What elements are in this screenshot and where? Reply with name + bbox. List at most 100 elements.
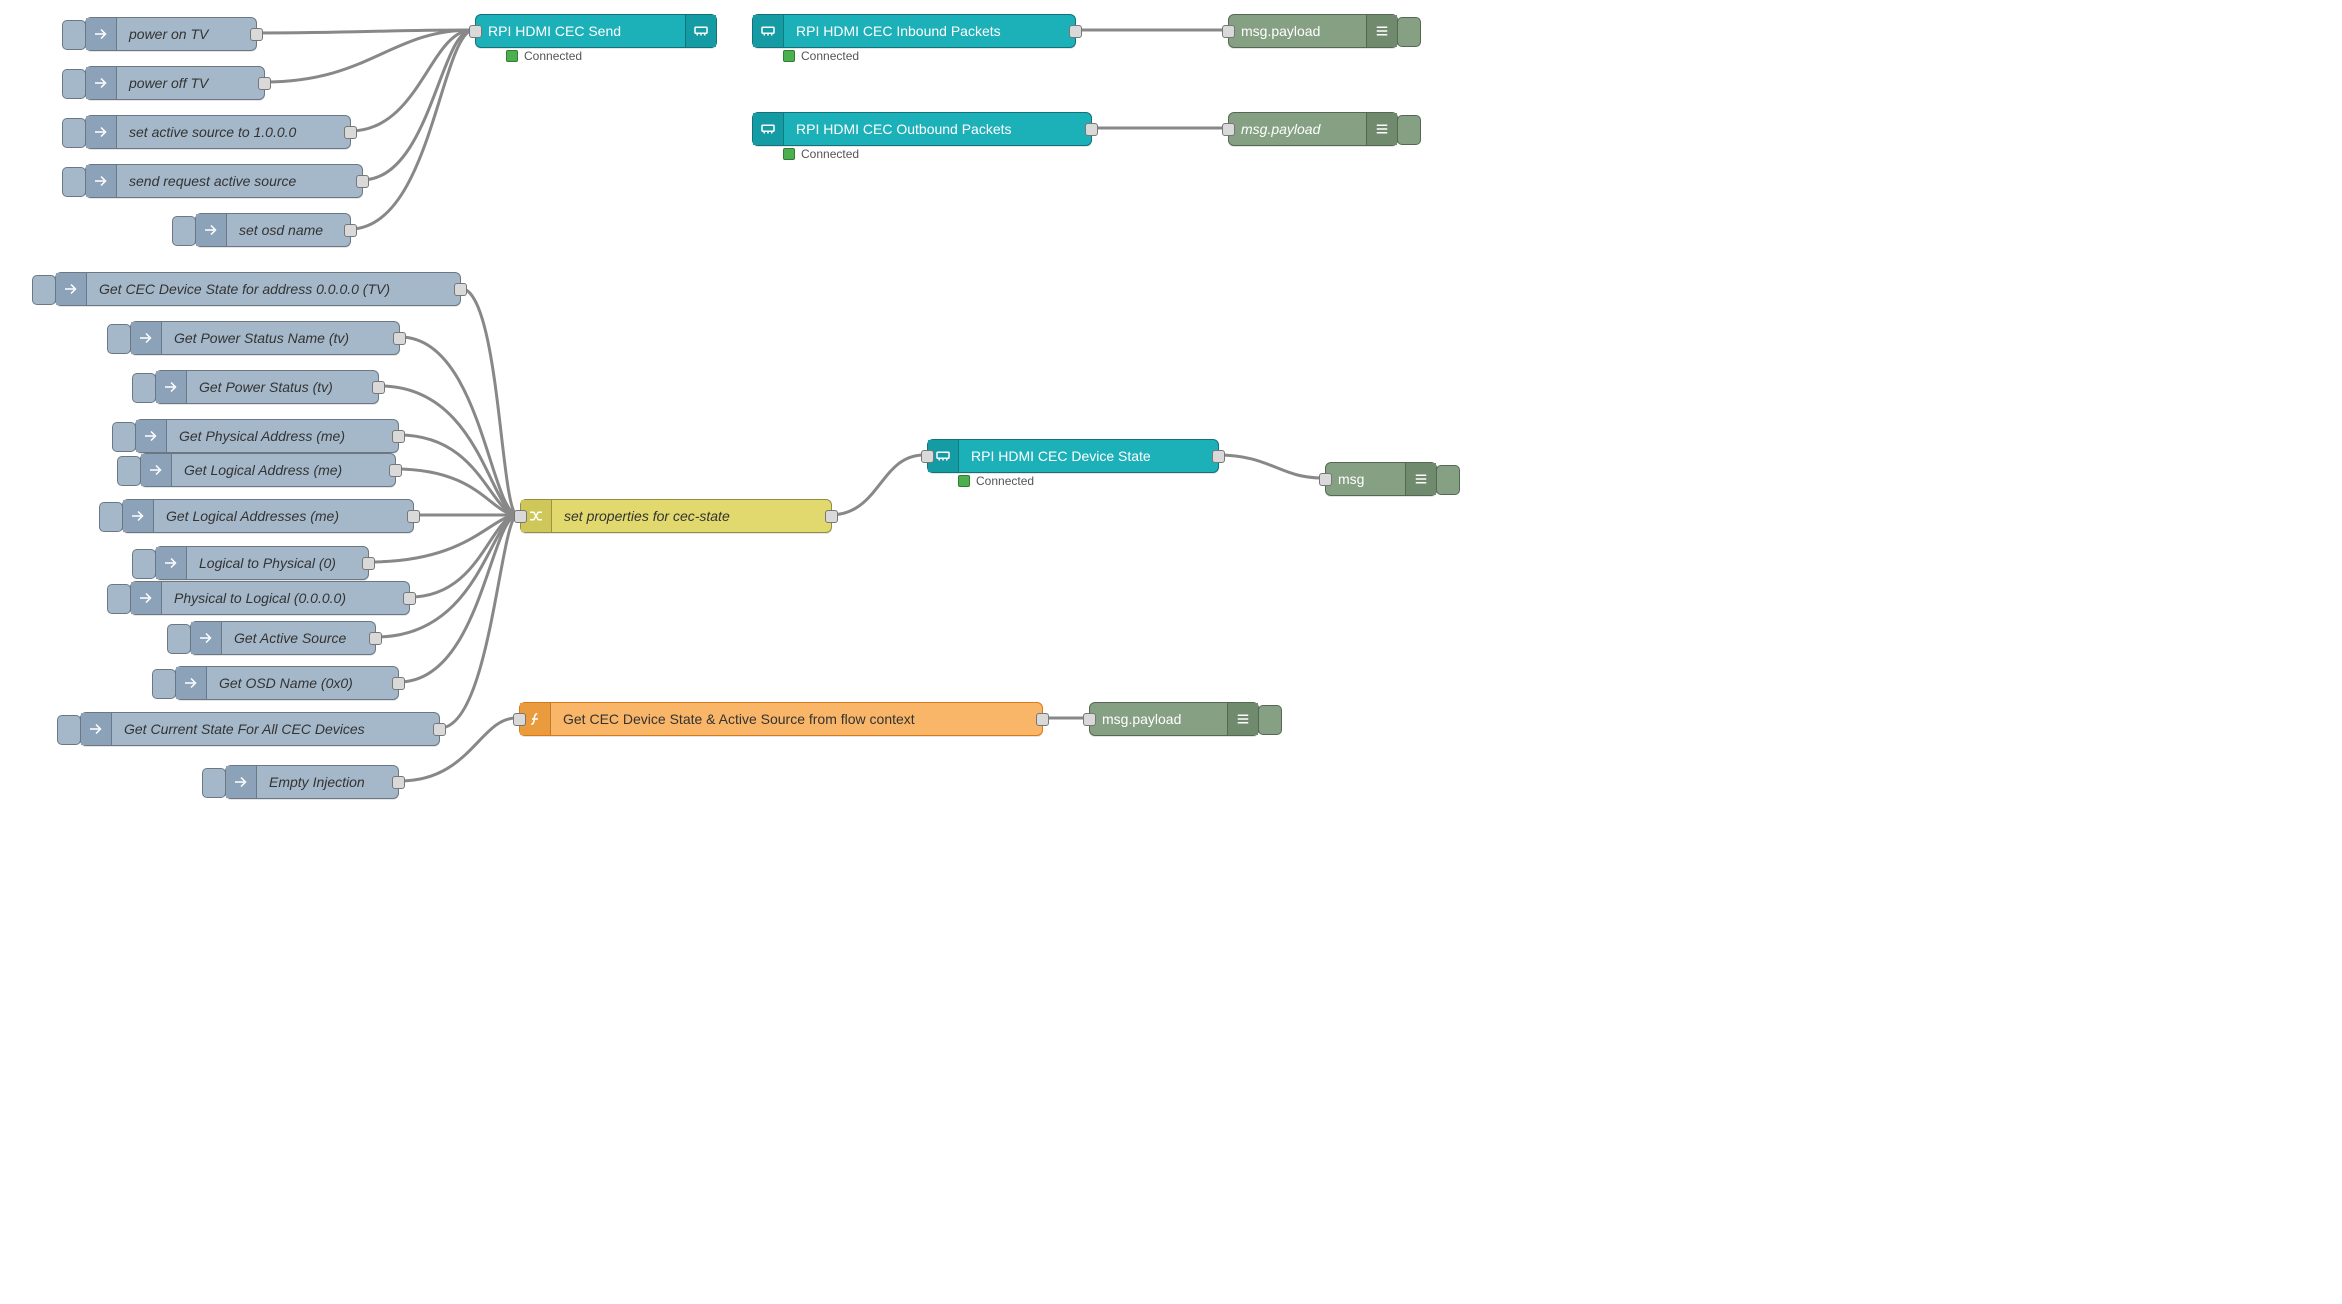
output-port[interactable] bbox=[372, 381, 385, 394]
inject-button[interactable] bbox=[167, 624, 191, 654]
output-port[interactable] bbox=[454, 283, 467, 296]
cec-outbound-node[interactable]: RPI HDMI CEC Outbound Packets Connected bbox=[752, 112, 1092, 146]
cec-device-state-node[interactable]: RPI HDMI CEC Device State Connected bbox=[927, 439, 1219, 473]
debug-context[interactable]: msg.payload bbox=[1089, 702, 1259, 736]
node-label: Get Active Source bbox=[222, 622, 375, 654]
output-port[interactable] bbox=[403, 592, 416, 605]
input-port[interactable] bbox=[1083, 713, 1096, 726]
output-port[interactable] bbox=[392, 677, 405, 690]
output-port[interactable] bbox=[389, 464, 402, 477]
input-port[interactable] bbox=[1222, 123, 1235, 136]
input-port[interactable] bbox=[469, 25, 482, 38]
inject-l2p[interactable]: Logical to Physical (0) bbox=[155, 546, 369, 580]
cec-send-node[interactable]: RPI HDMI CEC Send Connected bbox=[475, 14, 717, 48]
output-port[interactable] bbox=[369, 632, 382, 645]
output-port[interactable] bbox=[392, 430, 405, 443]
flow-canvas[interactable]: power on TV power off TV set active sour… bbox=[0, 0, 1478, 810]
inject-active-source[interactable]: Get Active Source bbox=[190, 621, 376, 655]
output-port[interactable] bbox=[356, 175, 369, 188]
output-port[interactable] bbox=[393, 332, 406, 345]
arrow-right-icon bbox=[176, 667, 207, 699]
debug-toggle-button[interactable] bbox=[1258, 705, 1282, 735]
output-port[interactable] bbox=[258, 77, 271, 90]
inject-empty[interactable]: Empty Injection bbox=[225, 765, 399, 799]
inject-button[interactable] bbox=[107, 584, 131, 614]
inject-button[interactable] bbox=[117, 456, 141, 486]
input-port[interactable] bbox=[921, 450, 934, 463]
debug-device-state[interactable]: msg bbox=[1325, 462, 1437, 496]
inject-p2l[interactable]: Physical to Logical (0.0.0.0) bbox=[130, 581, 410, 615]
input-port[interactable] bbox=[1319, 473, 1332, 486]
output-port[interactable] bbox=[1036, 713, 1049, 726]
inject-get-dev-state[interactable]: Get CEC Device State for address 0.0.0.0… bbox=[55, 272, 461, 306]
arrow-right-icon bbox=[56, 273, 87, 305]
node-status: Connected bbox=[506, 49, 582, 63]
inject-button[interactable] bbox=[107, 324, 131, 354]
inject-logical-address[interactable]: Get Logical Address (me) bbox=[140, 453, 396, 487]
inject-set-osd-name[interactable]: set osd name bbox=[195, 213, 351, 247]
debug-toggle-button[interactable] bbox=[1397, 17, 1421, 47]
arrow-right-icon bbox=[226, 766, 257, 798]
output-port[interactable] bbox=[362, 557, 375, 570]
debug-inbound[interactable]: msg.payload bbox=[1228, 14, 1398, 48]
inject-button[interactable] bbox=[172, 216, 196, 246]
inject-button[interactable] bbox=[112, 422, 136, 452]
debug-outbound[interactable]: msg.payload bbox=[1228, 112, 1398, 146]
output-port[interactable] bbox=[344, 126, 357, 139]
node-label: Logical to Physical (0) bbox=[187, 547, 368, 579]
inject-power-on[interactable]: power on TV bbox=[85, 17, 257, 51]
function-get-cec-context[interactable]: Get CEC Device State & Active Source fro… bbox=[519, 702, 1043, 736]
node-label: msg.payload bbox=[1090, 703, 1227, 735]
inject-button[interactable] bbox=[132, 549, 156, 579]
inject-power-status[interactable]: Get Power Status (tv) bbox=[155, 370, 379, 404]
debug-icon bbox=[1366, 15, 1397, 47]
debug-toggle-button[interactable] bbox=[1397, 115, 1421, 145]
output-port[interactable] bbox=[825, 510, 838, 523]
arrow-right-icon bbox=[156, 371, 187, 403]
arrow-right-icon bbox=[191, 622, 222, 654]
output-port[interactable] bbox=[407, 510, 420, 523]
inject-send-req-active[interactable]: send request active source bbox=[85, 164, 363, 198]
inject-button[interactable] bbox=[132, 373, 156, 403]
input-port[interactable] bbox=[514, 510, 527, 523]
inject-button[interactable] bbox=[152, 669, 176, 699]
node-label: msg.payload bbox=[1229, 113, 1366, 145]
inject-button[interactable] bbox=[32, 275, 56, 305]
inject-power-status-name[interactable]: Get Power Status Name (tv) bbox=[130, 321, 400, 355]
output-port[interactable] bbox=[250, 28, 263, 41]
cec-inbound-node[interactable]: RPI HDMI CEC Inbound Packets Connected bbox=[752, 14, 1076, 48]
arrow-right-icon bbox=[196, 214, 227, 246]
arrow-right-icon bbox=[81, 713, 112, 745]
arrow-right-icon bbox=[136, 420, 167, 452]
inject-power-off[interactable]: power off TV bbox=[85, 66, 265, 100]
inject-button[interactable] bbox=[62, 118, 86, 148]
output-port[interactable] bbox=[344, 224, 357, 237]
output-port[interactable] bbox=[392, 776, 405, 789]
output-port[interactable] bbox=[1069, 25, 1082, 38]
status-dot-icon bbox=[783, 50, 795, 62]
inject-button[interactable] bbox=[99, 502, 123, 532]
node-label: Get OSD Name (0x0) bbox=[207, 667, 398, 699]
node-label: send request active source bbox=[117, 165, 362, 197]
output-port[interactable] bbox=[1212, 450, 1225, 463]
input-port[interactable] bbox=[513, 713, 526, 726]
inject-button[interactable] bbox=[62, 20, 86, 50]
node-label: Empty Injection bbox=[257, 766, 398, 798]
inject-logical-addresses[interactable]: Get Logical Addresses (me) bbox=[122, 499, 414, 533]
inject-set-active-source[interactable]: set active source to 1.0.0.0 bbox=[85, 115, 351, 149]
inject-button[interactable] bbox=[62, 69, 86, 99]
change-set-properties[interactable]: set properties for cec-state bbox=[520, 499, 832, 533]
output-port[interactable] bbox=[1085, 123, 1098, 136]
input-port[interactable] bbox=[1222, 25, 1235, 38]
inject-physical-address[interactable]: Get Physical Address (me) bbox=[135, 419, 399, 453]
inject-all-state[interactable]: Get Current State For All CEC Devices bbox=[80, 712, 440, 746]
inject-osd-name[interactable]: Get OSD Name (0x0) bbox=[175, 666, 399, 700]
inject-button[interactable] bbox=[202, 768, 226, 798]
arrow-right-icon bbox=[123, 500, 154, 532]
debug-toggle-button[interactable] bbox=[1436, 465, 1460, 495]
node-label: RPI HDMI CEC Send bbox=[476, 15, 685, 47]
node-status: Connected bbox=[783, 147, 859, 161]
output-port[interactable] bbox=[433, 723, 446, 736]
inject-button[interactable] bbox=[62, 167, 86, 197]
inject-button[interactable] bbox=[57, 715, 81, 745]
